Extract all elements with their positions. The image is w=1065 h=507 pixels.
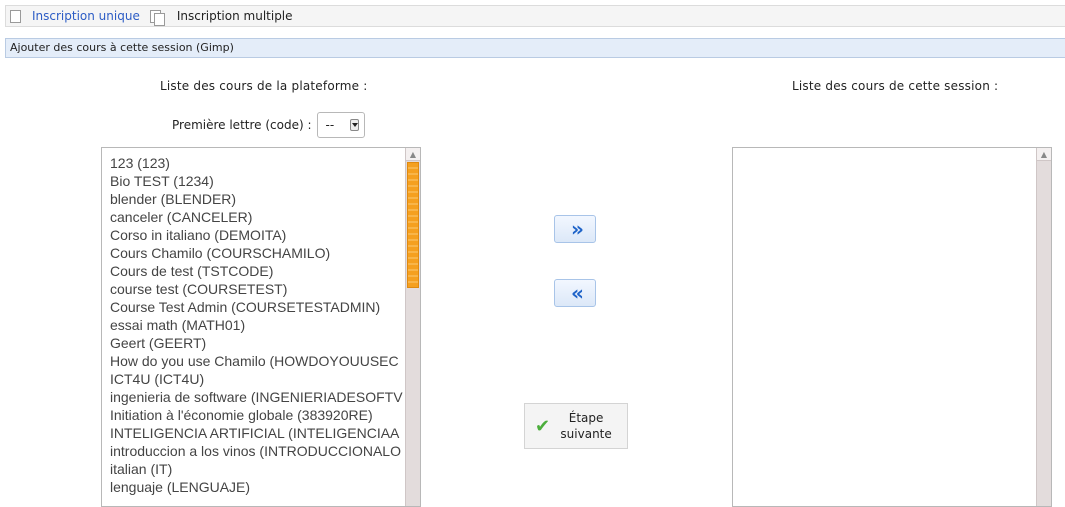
list-item[interactable]: ICT4U (ICT4U) <box>110 370 403 388</box>
session-courses-title: Liste des cours de cette session : <box>792 79 999 93</box>
scrollbar-thumb[interactable] <box>407 162 419 288</box>
list-item[interactable]: italian (IT) <box>110 460 403 478</box>
scroll-up-icon[interactable]: ▲ <box>406 148 420 161</box>
scrollbar[interactable]: ▲ <box>1036 148 1051 506</box>
session-courses-list[interactable]: ▲ <box>732 147 1052 507</box>
list-item[interactable]: Corso in italiano (DEMOITA) <box>110 226 403 244</box>
list-item[interactable]: Bio TEST (1234) <box>110 172 403 190</box>
next-step-label-line2: suivante <box>560 427 612 441</box>
list-item[interactable]: INTELIGENCIA ARTIFICIAL (INTELIGENCIAA <box>110 424 403 442</box>
next-step-label: Étape suivante <box>556 410 616 442</box>
scroll-up-icon[interactable]: ▲ <box>1037 148 1051 161</box>
next-step-button[interactable]: ✔ Étape suivante <box>524 403 628 449</box>
first-letter-select[interactable]: -- <box>316 112 365 138</box>
remove-course-button[interactable]: « <box>554 279 596 307</box>
list-item[interactable]: canceler (CANCELER) <box>110 208 403 226</box>
scrollbar[interactable]: ▲ <box>405 148 420 506</box>
list-item[interactable]: Cours de test (TSTCODE) <box>110 262 403 280</box>
double-chevron-left-icon: « <box>571 281 584 305</box>
platform-courses-title: Liste des cours de la plateforme : <box>160 79 368 93</box>
double-chevron-right-icon: » <box>571 217 584 241</box>
list-item[interactable]: 123 (123) <box>110 154 403 172</box>
list-item[interactable]: How do you use Chamilo (HOWDOYOUUSEC <box>110 352 403 370</box>
list-item[interactable]: Initiation à l'économie globale (383920R… <box>110 406 403 424</box>
list-item[interactable]: ingenieria de software (INGENIERIADESOFT… <box>110 388 403 406</box>
document-icon <box>10 9 21 23</box>
list-item[interactable]: lenguaje (LENGUAJE) <box>110 478 403 496</box>
list-item[interactable]: course test (COURSETEST) <box>110 280 403 298</box>
tab-inscription-unique-label[interactable]: Inscription unique <box>32 9 140 23</box>
next-step-label-line1: Étape <box>568 411 604 425</box>
add-course-button[interactable]: » <box>554 215 596 243</box>
list-item[interactable]: Geert (GEERT) <box>110 334 403 352</box>
list-item[interactable]: blender (BLENDER) <box>110 190 403 208</box>
first-letter-filter: Première lettre (code) : -- <box>172 112 365 138</box>
platform-courses-items: 123 (123) Bio TEST (1234) blender (BLENDER… <box>110 154 403 496</box>
section-title: Ajouter des cours à cette session (Gimp) <box>5 38 1065 58</box>
checkmark-icon: ✔ <box>535 415 551 437</box>
platform-courses-list[interactable]: 123 (123) Bio TEST (1234) blender (BLENDER… <box>101 147 421 507</box>
list-item[interactable]: Cours Chamilo (COURSCHAMILO) <box>110 244 403 262</box>
tab-inscription-multiple[interactable]: Inscription multiple <box>149 9 293 26</box>
list-item[interactable]: Course Test Admin (COURSETESTADMIN) <box>110 298 403 316</box>
first-letter-label: Première lettre (code) : <box>172 118 312 132</box>
list-item[interactable]: introduccion a los vinos (INTRODUCCIONAL… <box>110 442 403 460</box>
tab-inscription-unique[interactable]: Inscription unique <box>10 9 140 23</box>
documents-icon <box>149 9 165 26</box>
chevron-down-icon <box>349 119 359 131</box>
tab-bar: Inscription unique Inscription multiple <box>5 5 1065 27</box>
first-letter-value: -- <box>325 118 335 132</box>
tab-inscription-multiple-label[interactable]: Inscription multiple <box>177 9 293 23</box>
list-item[interactable]: essai math (MATH01) <box>110 316 403 334</box>
